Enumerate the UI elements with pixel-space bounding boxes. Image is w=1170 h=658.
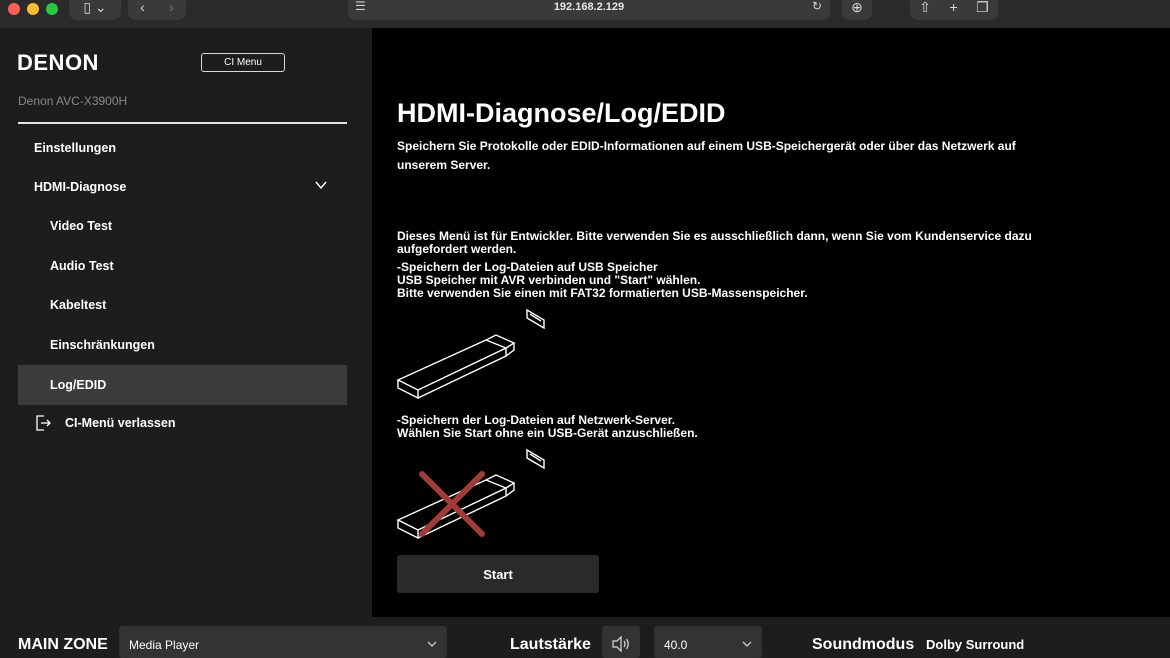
sidebar-item-einschraenkungen[interactable]: Einschränkungen <box>18 325 347 365</box>
sidebar-item-ci-menu-exit[interactable]: CI-Menü verlassen <box>18 403 347 443</box>
sidebar-item-hdmi-diagnose[interactable]: HDMI-Diagnose <box>18 167 347 207</box>
address-url: 192.168.2.129 <box>553 1 625 13</box>
sidebar-item-kabeltest[interactable]: Kabeltest <box>18 285 347 325</box>
main-content: HDMI-Diagnose/Log/EDID Speichern Sie Pro… <box>372 28 1170 617</box>
page-title: HDMI-Diagnose/Log/EDID <box>397 98 726 128</box>
plus-icon[interactable]: + <box>949 0 957 15</box>
sidebar-item-audio-test[interactable]: Audio Test <box>18 246 347 286</box>
sidebar-item-video-test[interactable]: Video Test <box>18 206 347 246</box>
sidebar-item-label: HDMI-Diagnose <box>34 180 127 194</box>
soundmode-label: Soundmodus <box>812 636 915 653</box>
sidebar-item-label: Einschränkungen <box>50 338 155 352</box>
forward-button[interactable]: › <box>157 0 186 15</box>
sidebar: DENON CI Menu Denon AVC-X3900H Einstellu… <box>0 28 372 617</box>
sidebar-item-label: Log/EDID <box>50 378 107 392</box>
download-button[interactable]: ⊕ <box>842 0 872 20</box>
back-button[interactable]: ‹ <box>128 0 157 15</box>
volume-select[interactable]: 40.0 <box>654 626 762 658</box>
device-name: Denon AVC-X3900H <box>18 94 128 108</box>
bottom-bar: MAIN ZONE Media Player Lautstärke 40.0 S… <box>0 617 1170 658</box>
close-window-button[interactable] <box>8 3 20 15</box>
ci-menu-button[interactable]: CI Menu <box>201 53 285 72</box>
address-bar[interactable]: ☰ 192.168.2.129 ↻ <box>348 0 830 20</box>
download-icon: ⊕ <box>851 0 863 15</box>
speaker-icon <box>612 636 629 652</box>
developer-notice: Dieses Menü ist für Entwickler. Bitte ve… <box>397 229 1032 256</box>
denon-logo: DENON <box>17 50 99 75</box>
network-instructions: -Speichern der Log-Dateien auf Netzwerk-… <box>397 414 698 440</box>
navigation-buttons: ‹ › <box>128 0 186 20</box>
sidebar-toggle-button[interactable]: ▯ ⌄ <box>69 0 121 20</box>
sidebar-divider <box>18 122 347 124</box>
sidebar-item-label: Audio Test <box>50 259 114 273</box>
intro-text: Speichern Sie Protokolle oder EDID-Infor… <box>397 139 1016 172</box>
volume-value: 40.0 <box>664 638 688 652</box>
chevron-down-icon <box>427 641 437 647</box>
soundmode-value: Dolby Surround <box>926 637 1025 652</box>
exit-icon <box>36 415 51 431</box>
start-button[interactable]: Start <box>397 555 599 593</box>
sidebar-item-log-edid[interactable]: Log/EDID <box>18 365 347 405</box>
sidebar-icon: ▯ ⌄ <box>83 0 107 15</box>
sidebar-item-einstellungen[interactable]: Einstellungen <box>18 128 347 168</box>
source-select[interactable]: Media Player <box>119 626 447 658</box>
sidebar-item-label: Einstellungen <box>34 141 116 155</box>
sidebar-item-label: Video Test <box>50 219 113 233</box>
minimize-window-button[interactable] <box>27 3 39 15</box>
chevron-down-icon[interactable] <box>315 179 327 191</box>
usb-stick-crossed-illustration <box>396 448 545 540</box>
usb-stick-illustration <box>396 308 545 400</box>
volume-label: Lautstärke <box>510 636 591 653</box>
sidebar-item-label: Kabeltest <box>50 298 107 312</box>
reload-icon[interactable]: ↻ <box>812 0 822 13</box>
chevron-down-icon <box>742 641 752 647</box>
browser-toolbar: ▯ ⌄ ‹ › ☰ 192.168.2.129 ↻ ⊕ ⇧ + ❐ <box>0 0 1170 28</box>
source-value: Media Player <box>129 638 200 652</box>
share-icon[interactable]: ⇧ <box>919 0 931 16</box>
mute-button[interactable] <box>602 626 640 658</box>
zone-label: MAIN ZONE <box>18 636 108 653</box>
usb-instructions: -Speichern der Log-Dateien auf USB Speic… <box>397 261 808 300</box>
tabs-icon[interactable]: ❐ <box>976 0 989 16</box>
zoom-window-button[interactable] <box>46 3 58 15</box>
browser-actions: ⇧ + ❐ <box>910 0 998 20</box>
